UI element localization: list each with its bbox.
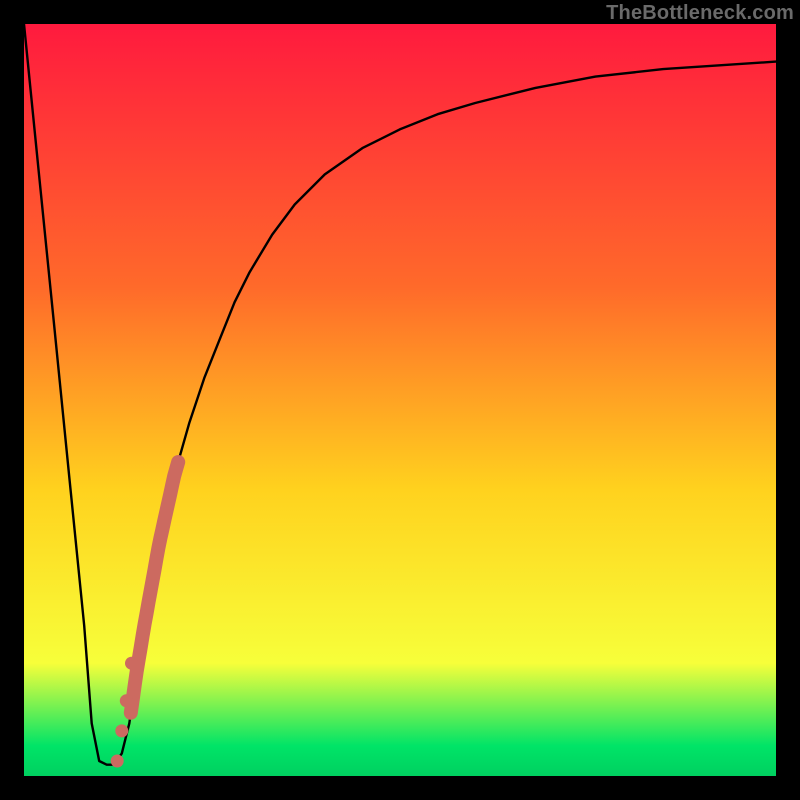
- highlight-dot: [125, 657, 138, 670]
- highlight-dot: [115, 724, 128, 737]
- highlight-dot: [120, 694, 133, 707]
- highlight-dot: [111, 755, 124, 768]
- plot-area: [24, 24, 776, 776]
- bottleneck-chart: [24, 24, 776, 776]
- chart-frame: TheBottleneck.com: [0, 0, 800, 800]
- watermark-text: TheBottleneck.com: [606, 2, 794, 25]
